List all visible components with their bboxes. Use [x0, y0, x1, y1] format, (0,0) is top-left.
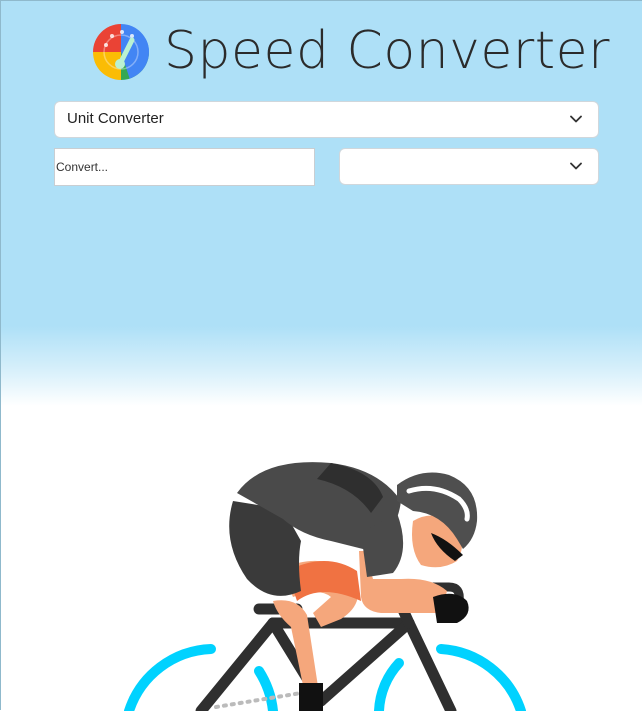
cyclist-illustration — [124, 462, 526, 711]
speed-converter-page: Speed Converter Unit Converter — [0, 0, 642, 711]
app-header: Speed Converter — [1, 19, 642, 89]
speedometer-icon — [93, 24, 149, 80]
chevron-down-icon — [570, 162, 582, 170]
convert-input[interactable] — [54, 148, 315, 186]
converter-mode-value: Unit Converter — [67, 110, 164, 127]
chevron-down-icon — [570, 115, 582, 123]
converter-mode-select[interactable]: Unit Converter — [54, 101, 599, 138]
app-title: Speed Converter — [164, 21, 611, 81]
target-unit-select[interactable] — [339, 148, 599, 185]
